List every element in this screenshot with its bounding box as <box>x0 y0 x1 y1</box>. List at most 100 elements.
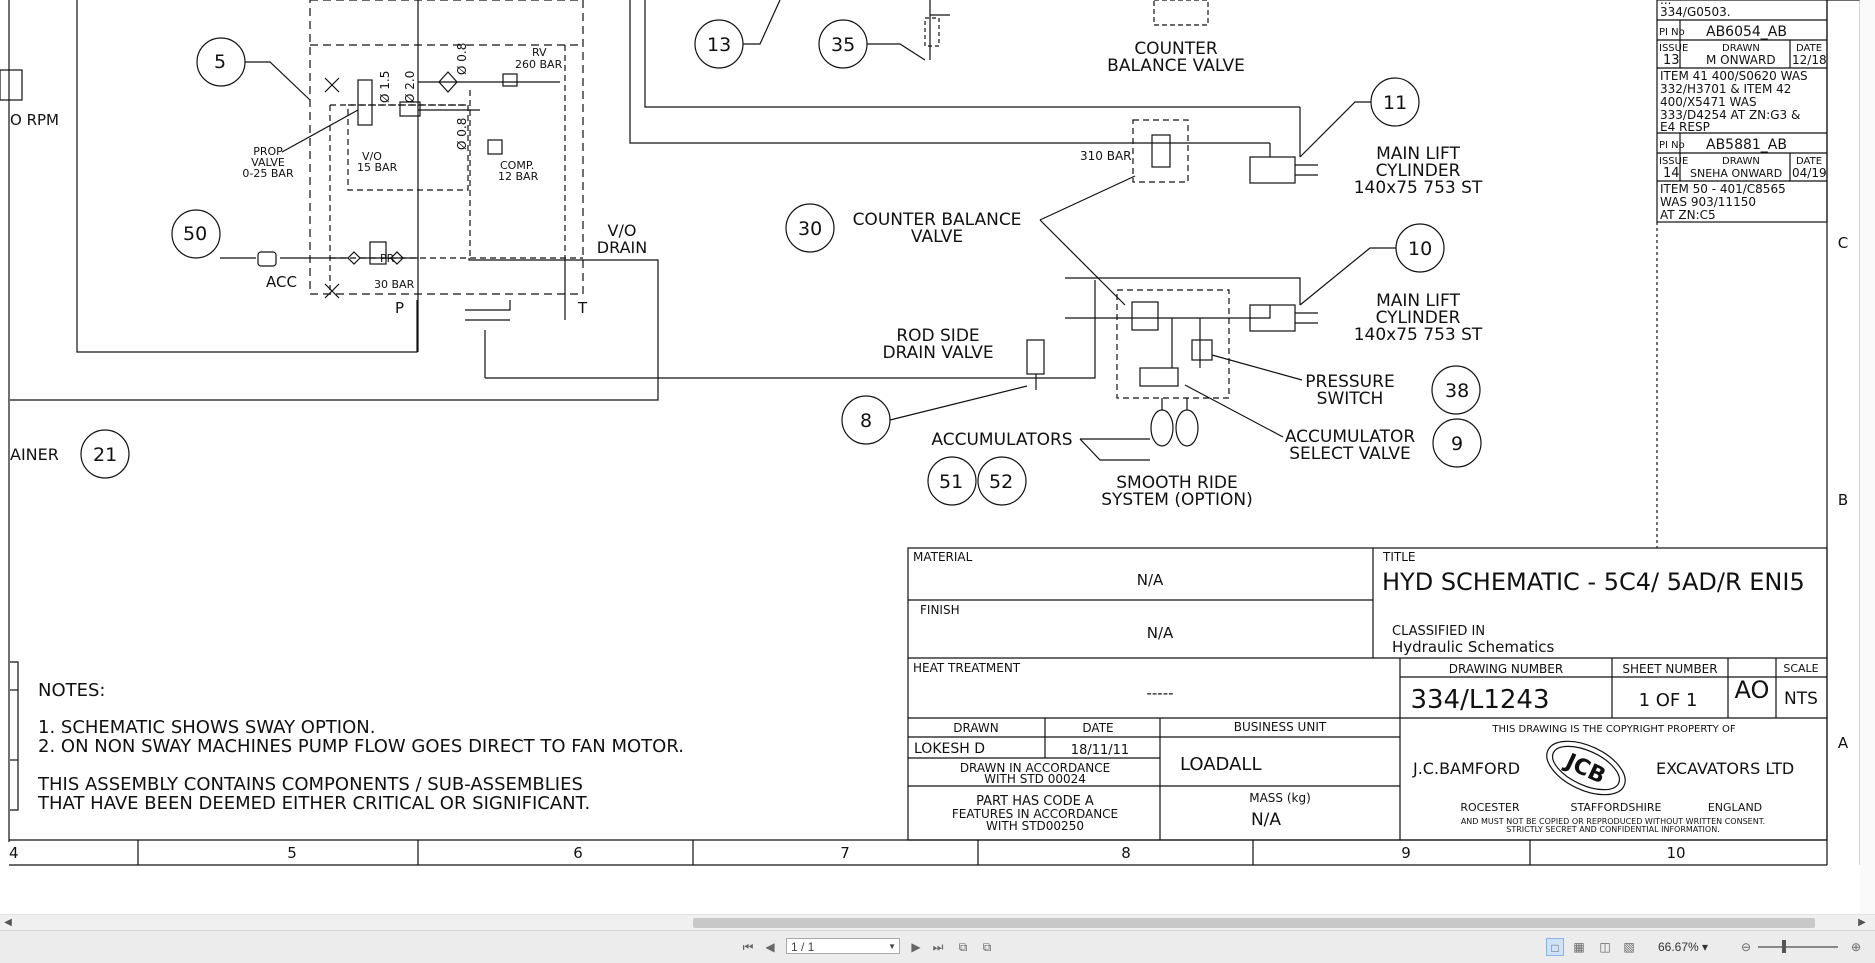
rev-pi2-label: PI No <box>1659 140 1685 151</box>
prop-valve-line3: 0-25 BAR <box>242 167 294 180</box>
orifice-0-8-a: Ø 0.8 <box>455 43 469 75</box>
pr-line2: 30 BAR <box>374 278 415 291</box>
scale-value: NTS <box>1784 689 1818 709</box>
orifice-1-5: Ø 1.5 <box>378 71 392 103</box>
copy-icon[interactable]: ⧉ <box>954 938 972 956</box>
rod-side-line2: DRAIN VALVE <box>882 343 993 363</box>
pressure-310bar: 310 BAR <box>1080 149 1132 163</box>
last-page-icon[interactable]: ⏭ <box>930 938 946 956</box>
pr-line1: PR <box>380 252 395 265</box>
balloon-8: 8 <box>860 410 872 432</box>
grid-col-4: 4 <box>9 844 19 862</box>
zoom-slider[interactable] <box>1758 946 1838 948</box>
port-t: T <box>577 299 588 317</box>
zoom-slider-handle[interactable] <box>1782 940 1786 953</box>
balloon-38: 38 <box>1445 380 1469 402</box>
scale-label: SCALE <box>1783 662 1818 675</box>
grid-col-9: 9 <box>1401 844 1411 862</box>
rev-issue-13: 13 <box>1663 53 1680 68</box>
rev-pi1-label: PI No <box>1659 27 1685 38</box>
company-left: J.C.BAMFORD <box>1412 759 1520 778</box>
grid-row-b: B <box>1838 491 1848 509</box>
drawing-number-label: DRAWING NUMBER <box>1449 662 1563 676</box>
viewer-toolbar: ⏮ ◀ 1 / 1 ▼ ▶ ⏭ ⧉ ⧉ □ ▦ ◫ ▧ 66.67% ▾ ⊖ ⊕ <box>0 930 1875 963</box>
balloon-21: 21 <box>93 444 117 466</box>
pressure-switch-line2: SWITCH <box>1317 389 1384 409</box>
mass-value: N/A <box>1251 810 1281 830</box>
grid-col-8: 8 <box>1121 844 1131 862</box>
notes-line-2: 2. ON NON SWAY MACHINES PUMP FLOW GOES D… <box>38 736 684 757</box>
notes-line-4: THAT HAVE BEEN DEEMED EITHER CRITICAL OR… <box>37 793 590 814</box>
scroll-left-icon[interactable]: ◀ <box>0 915 16 931</box>
copyright-top: THIS DRAWING IS THE COPYRIGHT PROPERTY O… <box>1491 724 1735 735</box>
orifice-2-0: Ø 2.0 <box>403 71 417 103</box>
single-page-icon[interactable]: □ <box>1546 938 1564 956</box>
page-dropdown-icon[interactable]: ▼ <box>888 939 896 955</box>
strainer-label: AINER <box>10 445 59 464</box>
paste-icon[interactable]: ⧉ <box>978 938 996 956</box>
rev-date-13: 12/18 <box>1792 53 1827 67</box>
rev-pi1-value: AB6054_AB <box>1706 24 1787 40</box>
classified-value: Hydraulic Schematics <box>1392 638 1554 656</box>
zoom-value: 66.67% <box>1658 940 1699 954</box>
notes-line-3: THIS ASSEMBLY CONTAINS COMPONENTS / SUB-… <box>37 774 583 795</box>
comp-line2: 12 BAR <box>498 170 539 183</box>
zoom-level[interactable]: 66.67% ▾ <box>1658 938 1708 956</box>
rev-note14-1: ITEM 50 - 401/C8565 <box>1660 182 1786 196</box>
company-right: EXCAVATORS LTD <box>1656 759 1794 778</box>
counter-balance-top-2: BALANCE VALVE <box>1107 56 1245 76</box>
address-1: ROCESTER <box>1460 801 1520 814</box>
grid-col-5: 5 <box>287 844 297 862</box>
scroll-right-icon[interactable]: ▶ <box>1854 915 1870 931</box>
rev-note13-3: 400/X5471 WAS <box>1660 95 1757 109</box>
balloon-9: 9 <box>1451 433 1463 455</box>
business-unit-value: LOADALL <box>1180 754 1261 775</box>
page-number-value: 1 / 1 <box>791 940 815 954</box>
acc-label: ACC <box>266 273 297 291</box>
scroll-thumb[interactable] <box>693 918 1815 928</box>
vertical-scrollbar[interactable] <box>1860 0 1875 914</box>
sheet-number-label: SHEET NUMBER <box>1622 662 1717 676</box>
grid-row-c: C <box>1838 234 1848 252</box>
balloon-10: 10 <box>1408 238 1432 260</box>
accordance-line2: WITH STD 00024 <box>984 772 1086 786</box>
counter-balance-mid-2: VALVE <box>911 227 963 247</box>
first-page-icon[interactable]: ⏮ <box>740 938 756 956</box>
copyright-bottom-2: STRICTLY SECRET AND CONFIDENTIAL INFORMA… <box>1506 825 1719 834</box>
material-label: MATERIAL <box>913 550 973 564</box>
rev-note13-2: 332/H3701 & ITEM 42 <box>1660 82 1791 96</box>
rev-partial-2: 334/G0503. <box>1660 5 1731 19</box>
mass-label: MASS (kg) <box>1249 791 1311 805</box>
main-lift-1-line3: 140x75 753 ST <box>1354 178 1483 198</box>
zoom-in-icon[interactable]: ⊕ <box>1848 938 1864 956</box>
rev-drawn-13: M ONWARD <box>1706 53 1776 67</box>
rev-pi2-value: AB5881_AB <box>1706 137 1787 153</box>
date-label: DATE <box>1082 721 1113 735</box>
port-p: P <box>395 299 404 317</box>
previous-page-icon[interactable]: ◀ <box>762 938 778 956</box>
pdf-viewer: O RPM 5 PROP VALVE 0-25 BAR V/O 15 BAR R… <box>0 0 1875 963</box>
rev-drawn-label-14: DRAWN <box>1722 156 1760 167</box>
balloon-51: 51 <box>939 471 963 493</box>
page-number-field[interactable]: 1 / 1 ▼ <box>786 938 900 954</box>
drawing-number-value: 334/L1243 <box>1410 685 1549 715</box>
balloon-30: 30 <box>798 218 822 240</box>
vo-drain-line2: DRAIN <box>597 238 647 257</box>
two-page-icon[interactable]: ◫ <box>1596 938 1614 956</box>
business-unit-label: BUSINESS UNIT <box>1234 720 1327 734</box>
classified-label: CLASSIFIED IN <box>1392 624 1485 639</box>
balloon-50: 50 <box>183 223 207 245</box>
zoom-out-icon[interactable]: ⊖ <box>1738 938 1754 956</box>
next-page-icon[interactable]: ▶ <box>908 938 924 956</box>
smooth-ride-line2: SYSTEM (OPTION) <box>1101 490 1253 510</box>
two-page-continuous-icon[interactable]: ▧ <box>1620 938 1638 956</box>
orifice-0-8-b: Ø 0.8 <box>455 118 469 150</box>
drawn-value: LOKESH D <box>914 741 985 757</box>
horizontal-scrollbar[interactable]: ◀ ▶ <box>0 914 1875 931</box>
rev-drawn-14: SNEHA ONWARD <box>1690 167 1782 180</box>
balloon-52: 52 <box>989 471 1013 493</box>
balloon-11: 11 <box>1383 92 1407 114</box>
continuous-icon[interactable]: ▦ <box>1570 938 1588 956</box>
main-lift-2-line3: 140x75 753 ST <box>1354 325 1483 345</box>
grid-col-10: 10 <box>1666 844 1685 862</box>
